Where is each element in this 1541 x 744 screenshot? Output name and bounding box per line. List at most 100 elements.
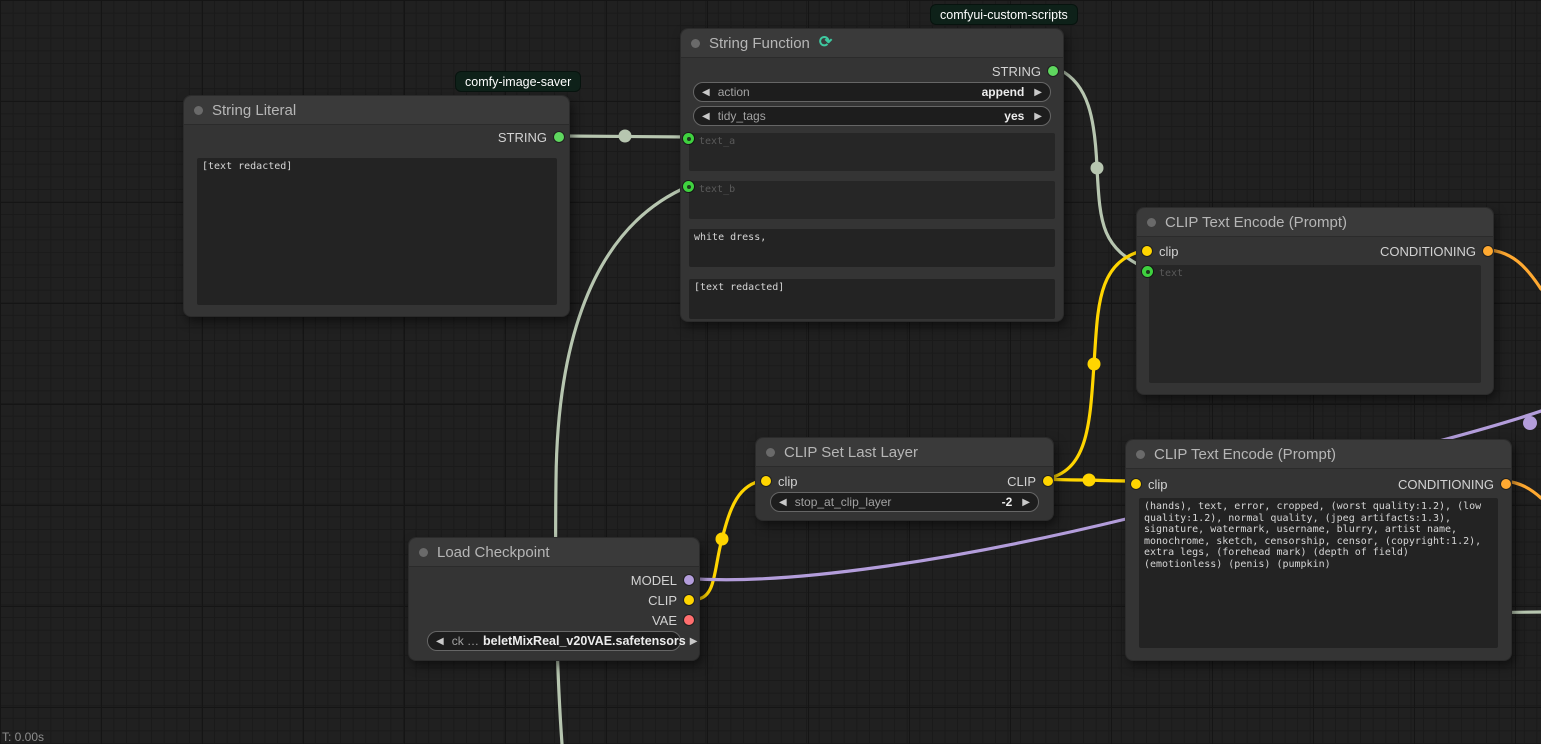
increment-arrow-icon[interactable]: ▶ (690, 636, 698, 647)
text-input-port[interactable] (1142, 266, 1153, 277)
conditioning-output-port[interactable] (1501, 479, 1511, 489)
text-b-textarea[interactable]: text_b (689, 181, 1055, 219)
action-widget[interactable]: ◀ action append ▶ (693, 82, 1051, 102)
node-graph-canvas[interactable]: String Literal STRING [text redacted] co… (0, 0, 1541, 744)
node-title: CLIP Text Encode (Prompt) (1154, 446, 1336, 463)
widget-label: action (718, 85, 982, 99)
reroute-dot-string-1[interactable] (619, 130, 632, 143)
clip-output-port[interactable] (1043, 476, 1053, 486)
clip-output-port[interactable] (684, 595, 694, 605)
increment-arrow-icon[interactable]: ▶ (1034, 111, 1042, 122)
collapse-dot-icon[interactable] (691, 39, 700, 48)
negative-prompt-textarea[interactable]: (hands), text, error, cropped, (worst qu… (1139, 498, 1498, 648)
text-b-input-port[interactable] (683, 181, 694, 192)
collapse-dot-icon[interactable] (419, 548, 428, 557)
text-a-textarea[interactable]: text_a (689, 133, 1055, 171)
string-output-port[interactable] (1048, 66, 1058, 76)
decrement-arrow-icon[interactable]: ◀ (779, 497, 787, 508)
decrement-arrow-icon[interactable]: ◀ (702, 111, 710, 122)
node-title: CLIP Text Encode (Prompt) (1165, 214, 1347, 231)
output-slot-clip: CLIP (409, 590, 699, 610)
output-slot-vae: VAE (409, 610, 699, 630)
widget-value: -2 (1002, 495, 1013, 509)
output-label: STRING (498, 130, 547, 145)
node-title-bar[interactable]: String Function ⟳ (681, 29, 1063, 58)
output-slot-conditioning: CONDITIONING (1319, 474, 1513, 494)
clip-input-port[interactable] (761, 476, 771, 486)
string-output-port[interactable] (554, 132, 564, 142)
output-label: CONDITIONING (1380, 244, 1476, 259)
output-label: CONDITIONING (1398, 477, 1494, 492)
perf-counter: T: 0.00s (2, 730, 44, 744)
input-label: clip (1148, 477, 1168, 492)
collapse-dot-icon[interactable] (766, 448, 775, 457)
widget-value: yes (1004, 109, 1024, 123)
node-title-bar[interactable]: CLIP Text Encode (Prompt) (1126, 440, 1511, 469)
stop-at-clip-layer-widget[interactable]: ◀ stop_at_clip_layer -2 ▶ (770, 492, 1039, 512)
widget-value: beletMixReal_v20VAE.safetensors (483, 634, 686, 648)
widget-value: append (982, 85, 1025, 99)
node-title-bar[interactable]: CLIP Set Last Layer (756, 438, 1053, 467)
string-literal-textarea[interactable]: [text redacted] (197, 158, 557, 305)
output-slot-string: STRING (681, 61, 1063, 81)
collapse-dot-icon[interactable] (1136, 450, 1145, 459)
node-title: CLIP Set Last Layer (784, 444, 918, 461)
input-label: clip (1159, 244, 1179, 259)
ckpt-name-widget[interactable]: ◀ ck … beletMixReal_v20VAE.safetensors ▶ (427, 631, 681, 651)
increment-arrow-icon[interactable]: ▶ (1022, 497, 1030, 508)
output-slot-conditioning: CONDITIONING (1315, 241, 1494, 261)
decrement-arrow-icon[interactable]: ◀ (436, 636, 444, 647)
node-string-function[interactable]: String Function ⟳ STRING ◀ action append… (680, 28, 1064, 322)
node-clip-text-encode-bottom[interactable]: CLIP Text Encode (Prompt) clip CONDITION… (1125, 439, 1512, 661)
widget-label: ck … (452, 634, 479, 648)
node-title: String Literal (212, 102, 296, 119)
node-string-literal[interactable]: String Literal STRING [text redacted] (183, 95, 570, 317)
node-source-badge: comfyui-custom-scripts (930, 4, 1078, 25)
model-output-port[interactable] (684, 575, 694, 585)
tidy-tags-widget[interactable]: ◀ tidy_tags yes ▶ (693, 106, 1051, 126)
reroute-dot-clip-1[interactable] (716, 533, 729, 546)
clip-input-port[interactable] (1131, 479, 1141, 489)
result-preview-textarea[interactable]: [text redacted] (689, 279, 1055, 319)
text-a-input-port[interactable] (683, 133, 694, 144)
node-title: Load Checkpoint (437, 544, 550, 561)
node-load-checkpoint[interactable]: Load Checkpoint MODEL CLIP VAE ◀ ck … be… (408, 537, 700, 661)
collapse-dot-icon[interactable] (194, 106, 203, 115)
input-slot-clip: clip (1126, 474, 1324, 494)
node-title-bar[interactable]: Load Checkpoint (409, 538, 699, 567)
output-label: STRING (992, 64, 1041, 79)
output-slot-model: MODEL (409, 570, 699, 590)
reroute-dot-clip-2[interactable] (1088, 358, 1101, 371)
decrement-arrow-icon[interactable]: ◀ (702, 87, 710, 98)
clip-input-port[interactable] (1142, 246, 1152, 256)
collapse-dot-icon[interactable] (1147, 218, 1156, 227)
output-label: VAE (652, 613, 677, 628)
increment-arrow-icon[interactable]: ▶ (1034, 87, 1042, 98)
reroute-dot-model[interactable] (1523, 416, 1537, 430)
node-title: String Function (709, 35, 810, 52)
output-slot-clip: CLIP (905, 471, 1055, 491)
widget-label: stop_at_clip_layer (795, 495, 1002, 509)
autorefresh-icon[interactable]: ⟳ (819, 35, 832, 51)
output-label: CLIP (1007, 474, 1036, 489)
output-slot-string: STRING (184, 127, 569, 147)
node-clip-text-encode-top[interactable]: CLIP Text Encode (Prompt) clip CONDITION… (1136, 207, 1494, 395)
output-label: MODEL (631, 573, 677, 588)
output-label: CLIP (648, 593, 677, 608)
node-source-badge: comfy-image-saver (455, 71, 581, 92)
input-slot-clip: clip (1137, 241, 1320, 261)
node-title-bar[interactable]: CLIP Text Encode (Prompt) (1137, 208, 1493, 237)
wire-string-function-to-text (1060, 70, 1147, 269)
input-label: clip (778, 474, 798, 489)
text-c-textarea[interactable]: white dress, (689, 229, 1055, 267)
input-slot-clip: clip (756, 471, 910, 491)
conditioning-output-port[interactable] (1483, 246, 1493, 256)
widget-label: tidy_tags (718, 109, 1005, 123)
vae-output-port[interactable] (684, 615, 694, 625)
node-clip-set-last-layer[interactable]: CLIP Set Last Layer clip CLIP ◀ stop_at_… (755, 437, 1054, 521)
wire-conditioning-top-to-offscreen (1489, 250, 1541, 289)
reroute-dot-string-2[interactable] (1091, 162, 1104, 175)
node-title-bar[interactable]: String Literal (184, 96, 569, 125)
reroute-dot-clip-3[interactable] (1083, 474, 1096, 487)
text-textarea[interactable]: text (1149, 265, 1481, 383)
